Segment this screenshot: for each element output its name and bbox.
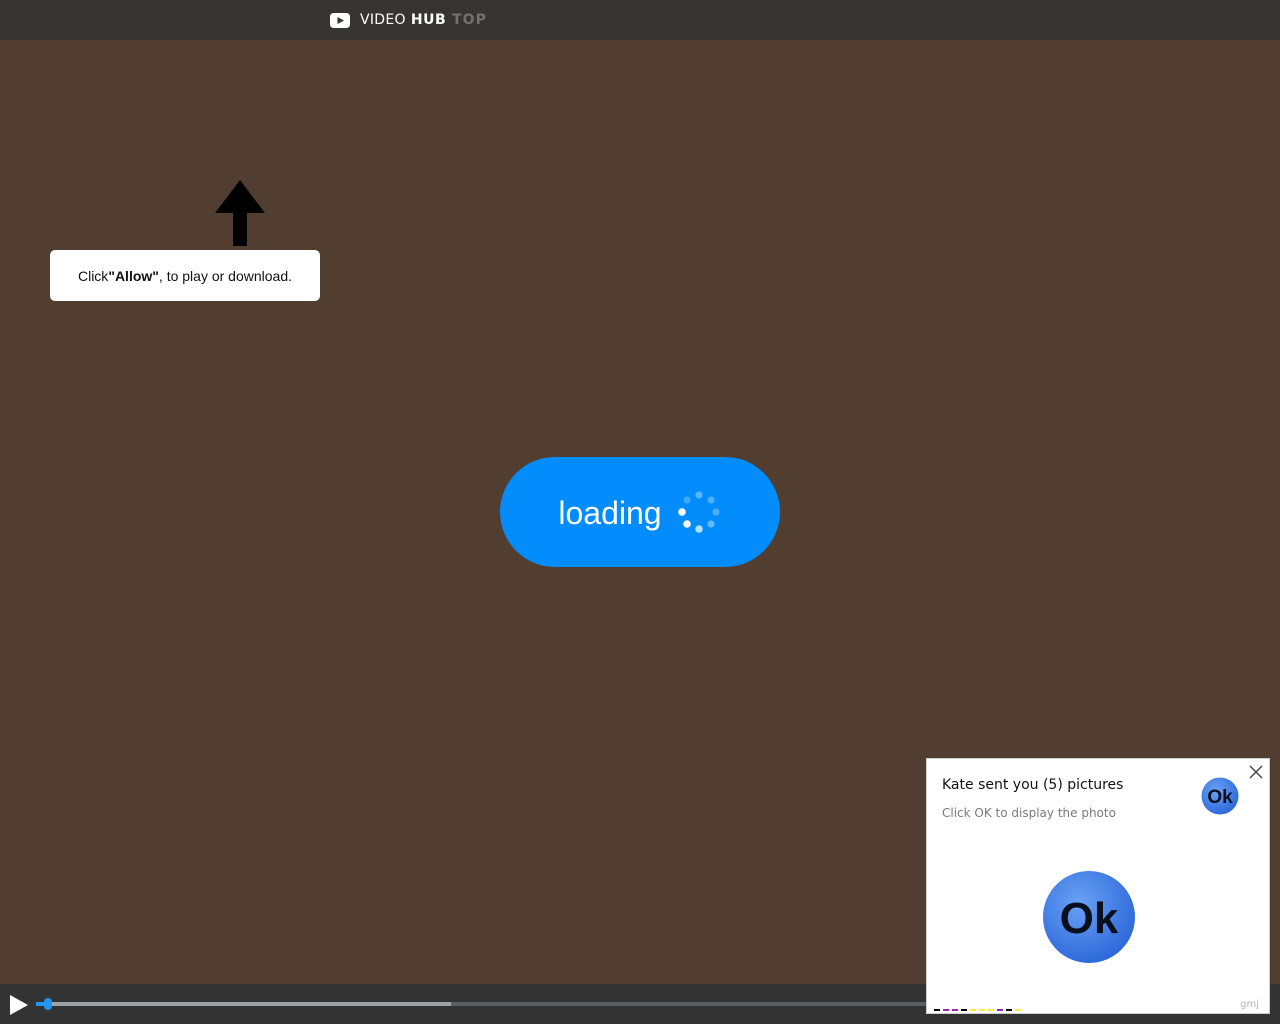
- ok-small-label: Ok: [1207, 787, 1233, 808]
- allow-prompt-tooltip: Click "Allow" , to play or download.: [50, 250, 320, 301]
- color-strip-segment: [943, 1009, 949, 1011]
- color-strip-segment: [997, 1009, 1003, 1011]
- notification-popup[interactable]: Kate sent you (5) pictures Click OK to d…: [926, 758, 1270, 1014]
- color-strip-segment: [952, 1009, 958, 1011]
- color-strip-segment: [979, 1009, 985, 1011]
- color-strip-segment: [934, 1009, 940, 1011]
- loading-button[interactable]: loading: [500, 457, 780, 567]
- site-logo[interactable]: VIDEO HUB TOP: [330, 9, 487, 31]
- top-bar: VIDEO HUB TOP: [0, 0, 1280, 40]
- arrow-up-icon: [215, 180, 265, 246]
- ok-big-button[interactable]: Ok: [1041, 869, 1137, 965]
- play-icon[interactable]: [8, 994, 30, 1016]
- ok-small-button[interactable]: Ok: [1201, 777, 1239, 815]
- color-strip-segment: [988, 1009, 994, 1011]
- progress-knob[interactable]: [44, 998, 53, 1010]
- color-strip: [934, 1009, 1024, 1011]
- prompt-text-before: Click: [77, 267, 109, 284]
- notification-title: Kate sent you (5) pictures: [942, 777, 1124, 793]
- ok-big-label: Ok: [1060, 894, 1119, 943]
- notification-subtitle: Click OK to display the photo: [942, 806, 1116, 820]
- color-strip-segment: [970, 1009, 976, 1011]
- logo-text-top: TOP: [452, 12, 487, 28]
- color-strip-segment: [1015, 1009, 1021, 1011]
- notification-brand: gmj: [1240, 999, 1259, 1010]
- color-strip-segment: [1006, 1009, 1012, 1011]
- logo-text-hub: HUB: [410, 12, 447, 28]
- logo-text-video: VIDEO: [360, 12, 406, 28]
- progress-buffered: [36, 1002, 451, 1006]
- prompt-text-after: , to play or download.: [158, 267, 293, 284]
- close-icon[interactable]: [1249, 765, 1263, 779]
- prompt-text-allow: "Allow": [108, 267, 159, 284]
- loading-label: loading: [558, 494, 662, 531]
- progress-track[interactable]: [36, 998, 926, 1010]
- color-strip-segment: [961, 1009, 967, 1011]
- play-logo-icon: [330, 12, 350, 28]
- spinner-icon: [677, 491, 720, 533]
